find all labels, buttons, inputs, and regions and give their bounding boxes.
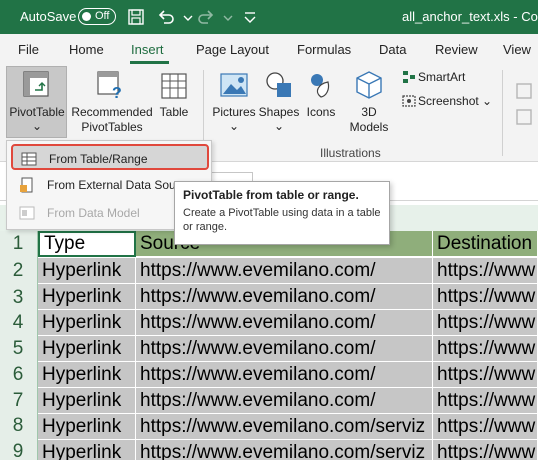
- tab-insert[interactable]: Insert: [131, 42, 164, 57]
- cell-destination[interactable]: https://www: [433, 310, 538, 336]
- row-number[interactable]: 1: [0, 233, 36, 255]
- row-number[interactable]: 8: [0, 415, 36, 437]
- customize-toolbar-icon[interactable]: [240, 7, 260, 27]
- cell-source[interactable]: https://www.evemilano.com/: [136, 310, 433, 336]
- pictures-icon: [220, 73, 248, 97]
- tab-formulas[interactable]: Formulas: [297, 42, 351, 57]
- cell-type[interactable]: Hyperlink: [38, 284, 136, 310]
- menu-item-label: From Table/Range: [49, 152, 148, 166]
- external-data-icon: [20, 177, 33, 193]
- screenshot-icon: [402, 95, 416, 107]
- document-title: all_anchor_text.xls - Com: [402, 9, 538, 24]
- pictures-dropdown-icon: ⌄: [228, 119, 240, 133]
- autosave-toggle[interactable]: Off: [78, 8, 116, 25]
- recommended-label-2[interactable]: PivotTables: [71, 120, 153, 135]
- recommended-label-1[interactable]: Recommended: [71, 105, 153, 120]
- cell-source[interactable]: https://www.evemilano.com/serviz: [136, 414, 433, 440]
- pictures-label[interactable]: Pictures: [211, 105, 257, 120]
- group-separator: [502, 70, 503, 156]
- undo-icon[interactable]: [156, 7, 176, 27]
- header-cell-destination[interactable]: Destination: [433, 231, 538, 257]
- row-number[interactable]: 4: [0, 312, 36, 334]
- menu-item-label: From Data Model: [47, 206, 140, 220]
- cell-destination[interactable]: https://www: [433, 414, 538, 440]
- cell-destination[interactable]: https://www: [433, 258, 538, 284]
- title-bar: AutoSave Off all_anchor_text.xls - Com: [0, 0, 538, 34]
- smartart-icon: [403, 71, 415, 83]
- row-number[interactable]: 2: [0, 260, 36, 282]
- row-number[interactable]: 3: [0, 287, 36, 309]
- tooltip-title: PivotTable from table or range.: [183, 188, 359, 202]
- tab-view[interactable]: View: [503, 42, 531, 57]
- cell-destination[interactable]: https://www: [433, 336, 538, 362]
- cell-source[interactable]: https://www.evemilano.com/serviz: [136, 440, 433, 460]
- undo-dropdown-icon[interactable]: [178, 7, 198, 27]
- 3d-models-label-2[interactable]: Models: [340, 120, 398, 135]
- pivottable-dropdown-icon: ⌄: [31, 119, 43, 133]
- tab-data[interactable]: Data: [379, 42, 406, 57]
- illustrations-group-label: Illustrations: [320, 146, 381, 160]
- smartart-label[interactable]: SmartArt: [418, 70, 465, 85]
- cell-destination[interactable]: https://www: [433, 440, 538, 460]
- cell-destination[interactable]: https://www: [433, 388, 538, 414]
- table-range-icon: [21, 152, 37, 166]
- cell-destination[interactable]: https://www: [433, 284, 538, 310]
- toggle-knob: [82, 12, 91, 21]
- cell-source[interactable]: https://www.evemilano.com/: [136, 388, 433, 414]
- shapes-label[interactable]: Shapes: [258, 105, 300, 120]
- ribbon-tabs: File Home Insert Page Layout Formulas Da…: [0, 34, 538, 64]
- cell-type[interactable]: Hyperlink: [38, 258, 136, 284]
- 3d-models-label-1[interactable]: 3D: [348, 105, 390, 120]
- cell-source[interactable]: https://www.evemilano.com/: [136, 284, 433, 310]
- cell-type[interactable]: Hyperlink: [38, 388, 136, 414]
- shapes-dropdown-icon: ⌄: [273, 119, 285, 133]
- recommended-charts-icon[interactable]: [515, 108, 535, 126]
- row-number[interactable]: 7: [0, 390, 36, 412]
- screenshot-label[interactable]: Screenshot ⌄: [418, 94, 492, 109]
- cell-type[interactable]: Hyperlink: [38, 310, 136, 336]
- shapes-icon: [266, 72, 291, 97]
- save-icon[interactable]: [126, 7, 146, 27]
- row-number[interactable]: 9: [0, 441, 36, 460]
- cell-type[interactable]: Hyperlink: [38, 336, 136, 362]
- pivottable-icon: [23, 71, 49, 97]
- table-label[interactable]: Table: [156, 105, 192, 120]
- icons-icon: [311, 74, 330, 98]
- cell-type[interactable]: Hyperlink: [38, 440, 136, 460]
- table-icon: [161, 73, 187, 99]
- cell-destination[interactable]: https://www: [433, 362, 538, 388]
- icons-label[interactable]: Icons: [302, 105, 340, 120]
- recommended-pivottables-icon: ?: [97, 71, 122, 100]
- tab-file[interactable]: File: [18, 42, 39, 57]
- tooltip-body: Create a PivotTable using data in a tabl…: [183, 207, 381, 233]
- tooltip: PivotTable from table or range. Create a…: [174, 181, 390, 245]
- cell-source[interactable]: https://www.evemilano.com/: [136, 336, 433, 362]
- cell-type[interactable]: Hyperlink: [38, 362, 136, 388]
- cell-source[interactable]: https://www.evemilano.com/: [136, 258, 433, 284]
- tab-home[interactable]: Home: [69, 42, 104, 57]
- row-number[interactable]: 5: [0, 338, 36, 360]
- tab-page-layout[interactable]: Page Layout: [196, 42, 269, 57]
- cell-source[interactable]: https://www.evemilano.com/: [136, 362, 433, 388]
- autosave-label: AutoSave: [20, 9, 77, 24]
- svg-text:?: ?: [112, 85, 122, 100]
- menu-item-from-table-range[interactable]: From Table/Range: [11, 144, 209, 170]
- menu-item-label: From External Data Source: [47, 178, 193, 192]
- redo-icon[interactable]: [196, 7, 216, 27]
- redo-dropdown-icon[interactable]: [218, 7, 238, 27]
- cell-type[interactable]: Hyperlink: [38, 414, 136, 440]
- data-model-icon: [19, 206, 35, 220]
- header-cell-type[interactable]: Type: [38, 231, 136, 257]
- 3d-models-icon: [356, 71, 382, 99]
- tab-review[interactable]: Review: [435, 42, 478, 57]
- row-number[interactable]: 6: [0, 364, 36, 386]
- add-ins-icon[interactable]: [515, 82, 535, 100]
- autosave-state: Off: [95, 10, 110, 22]
- pivottable-label: PivotTable: [9, 105, 65, 119]
